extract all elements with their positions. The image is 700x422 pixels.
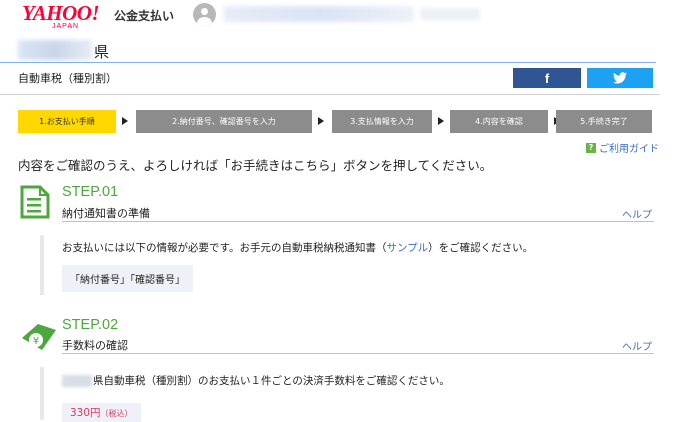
usage-guide-link[interactable]: ? ご利用ガイド bbox=[586, 140, 659, 155]
twitter-icon bbox=[613, 72, 627, 84]
usage-guide-label: ご利用ガイド bbox=[599, 144, 659, 155]
chevron-right-icon bbox=[318, 117, 324, 125]
step-4: 4.内容を確認 bbox=[450, 110, 548, 133]
redacted-user-info bbox=[224, 6, 414, 22]
step-02-panel: 県自動車税（種別割）のお支払い１件ごとの決済手数料をご確認ください。 330円（… bbox=[40, 367, 658, 422]
step-01-description: お支払いには以下の情報が必要です。お手元の自動車税納税通知書（サンプル）をご確認… bbox=[62, 240, 533, 255]
fee-box: 330円（税込） bbox=[62, 403, 141, 422]
service-name[interactable]: 公金支払い bbox=[114, 7, 174, 24]
chevron-right-icon bbox=[438, 117, 444, 125]
step-01-help-link[interactable]: ヘルプ bbox=[622, 206, 652, 221]
logo-text: YAHOO! bbox=[22, 1, 100, 25]
user-avatar-icon[interactable] bbox=[193, 3, 216, 26]
redacted-prefecture-name bbox=[18, 40, 92, 60]
step-01-rule bbox=[62, 221, 654, 222]
title-divider bbox=[0, 62, 656, 63]
step-01-panel: お支払いには以下の情報が必要です。お手元の自動車税納税通知書（サンプル）をご確認… bbox=[40, 235, 658, 295]
document-icon bbox=[20, 185, 50, 219]
step-5: 5.手続き完了 bbox=[556, 110, 652, 133]
step-01-text-before: お支払いには以下の情報が必要です。お手元の自動車税納税通知書（ bbox=[62, 242, 387, 254]
step-02-help-link[interactable]: ヘルプ bbox=[622, 338, 652, 353]
instruction-text: 内容をご確認のうえ、よろしければ「お手続きはこちら」ボタンを押してください。 bbox=[18, 158, 493, 173]
fee-tax-note: （税込） bbox=[100, 409, 133, 418]
step-1: 1.お支払い手順 bbox=[18, 110, 116, 133]
fee-amount: 330円 bbox=[70, 407, 101, 419]
step-01-text-after: ）をご確認ください。 bbox=[428, 242, 534, 254]
header: YAHOO! JAPAN 公金支払い bbox=[0, 0, 700, 32]
chevron-right-icon bbox=[122, 117, 128, 125]
redacted-user-extra bbox=[420, 8, 480, 20]
step-02-subtitle: 手数料の確認 bbox=[62, 339, 128, 352]
facebook-icon: f bbox=[544, 70, 550, 86]
step-02-text: 県自動車税（種別割）のお支払い１件ごとの決済手数料をご確認ください。 bbox=[93, 375, 450, 387]
step-01-subtitle: 納付通知書の準備 bbox=[62, 207, 150, 220]
redacted-prefecture bbox=[62, 375, 92, 387]
step-2: 2.納付番号、確認番号を入力 bbox=[136, 110, 312, 133]
step-02-title: STEP.02 bbox=[62, 317, 119, 333]
facebook-share-button[interactable]: f bbox=[513, 68, 581, 88]
yahoo-japan-logo[interactable]: YAHOO! JAPAN bbox=[22, 1, 100, 31]
step-3: 3.支払情報を入力 bbox=[332, 110, 432, 133]
step-02-description: 県自動車税（種別割）のお支払い１件ごとの決済手数料をご確認ください。 bbox=[62, 373, 450, 388]
required-info-box: 「納付番号」「確認番号」 bbox=[62, 265, 193, 292]
page-title-suffix: 県 bbox=[94, 43, 110, 61]
yen-ticket-icon: ¥ bbox=[22, 324, 56, 350]
yen-glyph: ¥ bbox=[33, 336, 39, 347]
twitter-share-button[interactable] bbox=[587, 68, 653, 88]
tax-name: 自動車税（種別割） bbox=[18, 72, 117, 85]
help-question-icon: ? bbox=[586, 142, 596, 153]
step-02-rule bbox=[62, 353, 654, 354]
step-01-title: STEP.01 bbox=[62, 184, 119, 200]
sample-link[interactable]: サンプル bbox=[386, 242, 428, 254]
share-divider bbox=[0, 94, 660, 95]
